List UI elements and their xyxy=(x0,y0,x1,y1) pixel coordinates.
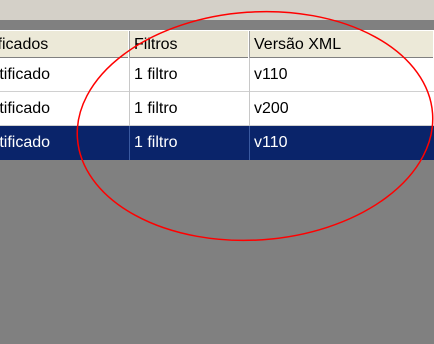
grid-header: ificados Filtros Versão XML xyxy=(0,30,434,58)
cell-versao-xml: v110 xyxy=(250,126,434,160)
cell-certificados-text: rtificado xyxy=(0,66,51,83)
cell-versao-xml: v200 xyxy=(250,92,434,126)
cell-certificados: rtificado xyxy=(0,126,130,160)
cell-filtros-text: 1 filtro xyxy=(134,134,178,151)
cell-versao-xml-text: v200 xyxy=(254,100,289,117)
window-top-strip xyxy=(0,0,434,21)
column-header-versao-xml-label: Versão XML xyxy=(254,36,342,53)
cell-filtros-text: 1 filtro xyxy=(134,66,178,83)
table-row[interactable]: rtificado 1 filtro v200 xyxy=(0,92,434,126)
cell-filtros: 1 filtro xyxy=(130,92,250,126)
column-header-versao-xml[interactable]: Versão XML xyxy=(250,31,434,58)
cell-versao-xml: v110 xyxy=(250,58,434,92)
column-header-filtros-label: Filtros xyxy=(134,36,178,53)
cell-certificados-text: rtificado xyxy=(0,134,51,151)
cell-certificados: rtificado xyxy=(0,58,130,92)
table-row-selected[interactable]: rtificado 1 filtro v110 xyxy=(0,126,434,160)
cell-filtros-text: 1 filtro xyxy=(134,100,178,117)
cell-filtros: 1 filtro xyxy=(130,126,250,160)
cell-certificados-text: rtificado xyxy=(0,100,51,117)
data-grid[interactable]: ificados Filtros Versão XML rtificado 1 … xyxy=(0,20,434,344)
column-header-certificados[interactable]: ificados xyxy=(0,31,130,58)
table-row[interactable]: rtificado 1 filtro v110 xyxy=(0,58,434,92)
column-header-filtros[interactable]: Filtros xyxy=(130,31,250,58)
cell-versao-xml-text: v110 xyxy=(254,66,288,83)
cell-certificados: rtificado xyxy=(0,92,130,126)
column-header-certificados-label: ificados xyxy=(0,36,49,53)
cell-versao-xml-text: v110 xyxy=(254,134,288,151)
cell-filtros: 1 filtro xyxy=(130,58,250,92)
